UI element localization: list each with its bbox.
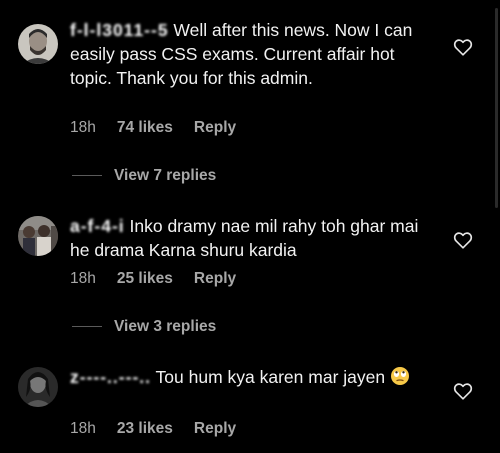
heart-icon[interactable] bbox=[452, 229, 474, 251]
heart-icon[interactable] bbox=[452, 36, 474, 58]
comment-1-time: 18h bbox=[70, 119, 96, 136]
comment-1-avatar[interactable] bbox=[18, 24, 58, 64]
heart-icon[interactable] bbox=[452, 380, 474, 402]
view-replies-button-2[interactable]: View 3 replies bbox=[72, 318, 216, 336]
view-replies-button-1[interactable]: View 7 replies bbox=[72, 167, 216, 185]
comment-3-likes[interactable]: 23 likes bbox=[117, 420, 173, 437]
divider-line bbox=[72, 326, 102, 328]
view-replies-label: View 7 replies bbox=[114, 167, 217, 184]
comment-2-time: 18h bbox=[70, 270, 96, 287]
comment-3-text: Tou hum kya karen mar jayen bbox=[151, 367, 390, 387]
comment-3-reply-button[interactable]: Reply bbox=[194, 420, 236, 437]
comment-3-username[interactable]: z----..---.. bbox=[70, 367, 151, 387]
dark-portrait-avatar-icon bbox=[18, 367, 58, 407]
view-replies-label: View 3 replies bbox=[114, 318, 217, 335]
comment-3-time: 18h bbox=[70, 420, 96, 437]
comment-3-avatar[interactable] bbox=[18, 367, 58, 407]
face-with-rolling-eyes-emoji-icon bbox=[390, 367, 409, 385]
comment-1-likes[interactable]: 74 likes bbox=[117, 119, 173, 136]
comment-2-reply-button[interactable]: Reply bbox=[194, 270, 236, 287]
divider-line bbox=[72, 175, 102, 177]
comment-1-username[interactable]: f-l-l3011--5 bbox=[70, 20, 169, 40]
scrollbar[interactable] bbox=[495, 8, 498, 208]
comment-2-likes[interactable]: 25 likes bbox=[117, 270, 173, 287]
man-portrait-avatar-icon bbox=[18, 24, 58, 64]
group-photo-avatar-icon bbox=[18, 216, 58, 256]
comment-1-reply-button[interactable]: Reply bbox=[194, 119, 236, 136]
comment-2-username[interactable]: a-f-4-i bbox=[70, 216, 125, 236]
comment-2-avatar[interactable] bbox=[18, 216, 58, 256]
